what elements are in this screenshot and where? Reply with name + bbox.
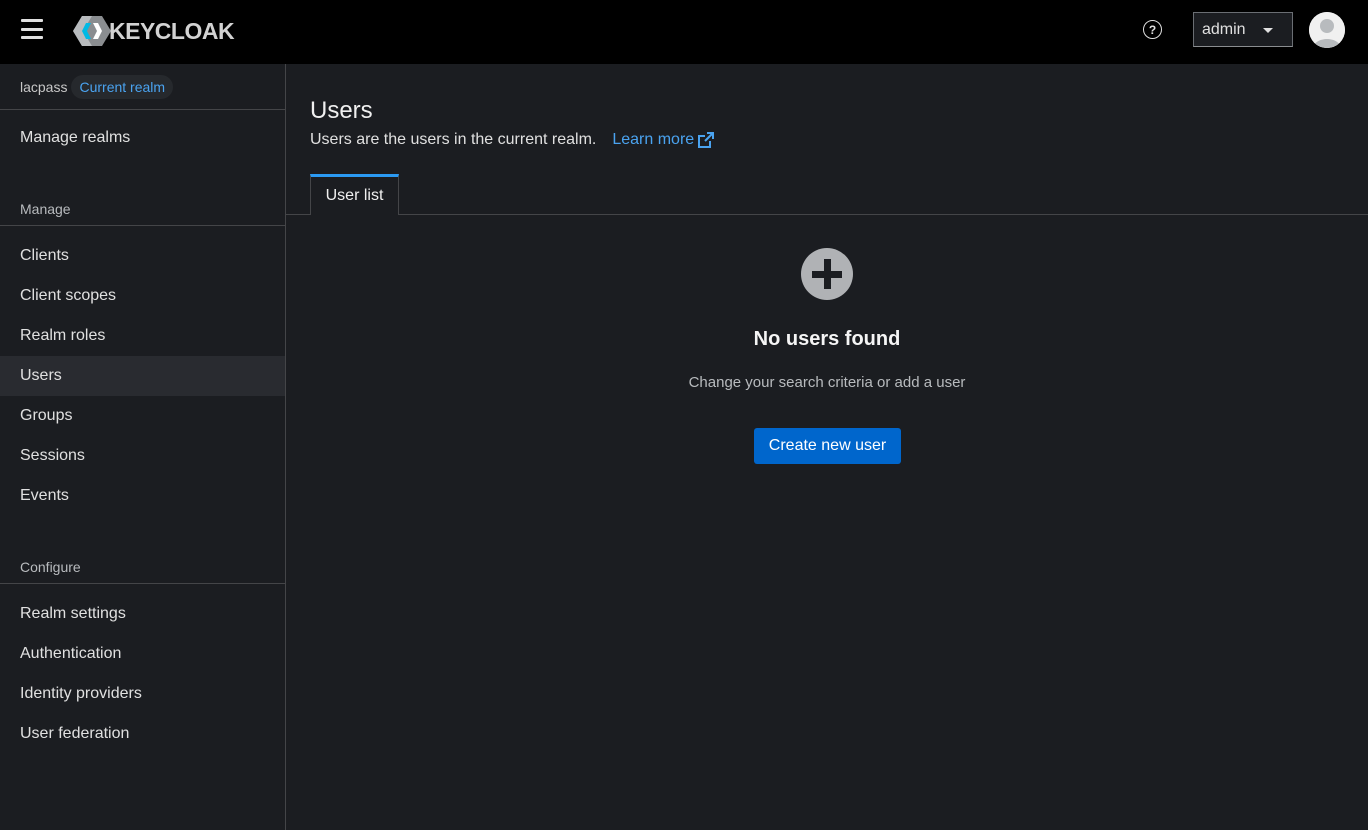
current-realm-badge: Current realm: [71, 74, 174, 99]
learn-more-label: Learn more: [612, 131, 695, 148]
create-new-user-button[interactable]: Create new user: [754, 428, 901, 464]
help-circle-icon[interactable]: ?: [1143, 20, 1162, 39]
avatar[interactable]: [1309, 12, 1345, 48]
sidebar-item-users[interactable]: Users: [0, 356, 285, 396]
sidebar-item-realm-settings[interactable]: Realm settings: [0, 594, 285, 634]
empty-state-body: Change your search criteria or add a use…: [688, 374, 966, 391]
sidebar-item-groups[interactable]: Groups: [0, 396, 285, 436]
empty-state-title: No users found: [753, 328, 901, 350]
brand-name: KEYCLOAK: [109, 17, 235, 44]
nav-section-manage: Manage: [0, 192, 285, 226]
realm-name: lacpass: [20, 78, 68, 95]
tab-user-list[interactable]: User list: [310, 174, 399, 215]
sidebar-item-clients[interactable]: Clients: [0, 236, 285, 276]
tab-user-list-label: User list: [325, 187, 384, 204]
user-avatar-icon: [1309, 12, 1345, 48]
keycloak-logo-icon: [73, 16, 111, 46]
page-description-text: Users are the users in the current realm…: [310, 131, 597, 148]
nav-manage-realms[interactable]: Manage realms: [0, 118, 285, 158]
sidebar-item-events[interactable]: Events: [0, 476, 285, 516]
sidebar-item-sessions[interactable]: Sessions: [0, 436, 285, 476]
learn-more-link[interactable]: Learn more: [612, 131, 715, 149]
user-menu-label: admin: [1202, 20, 1246, 38]
main-content: Users Users are the users in the current…: [286, 64, 1368, 830]
sidebar-item-user-federation[interactable]: User federation: [0, 714, 285, 754]
realm-selector[interactable]: lacpass Current realm: [0, 64, 285, 110]
nav-section-configure: Configure: [0, 550, 285, 584]
sidebar-item-realm-roles[interactable]: Realm roles: [0, 316, 285, 356]
user-menu-dropdown[interactable]: admin: [1193, 12, 1293, 47]
tabs-divider: [286, 214, 1368, 215]
external-link-icon: [698, 132, 715, 148]
hamburger-menu-icon[interactable]: [21, 19, 43, 39]
sidebar-item-identity-providers[interactable]: Identity providers: [0, 674, 285, 714]
page-description: Users are the users in the current realm…: [310, 131, 715, 149]
sidebar-item-authentication[interactable]: Authentication: [0, 634, 285, 674]
sidebar-item-client-scopes[interactable]: Client scopes: [0, 276, 285, 316]
keycloak-logo[interactable]: KEYCLOAK: [72, 15, 235, 47]
caret-down-icon: [1263, 28, 1273, 33]
page-title: Users: [310, 97, 373, 124]
sidebar: lacpass Current realm Manage realms Mana…: [0, 64, 286, 830]
plus-circle-icon: [801, 248, 853, 300]
masthead: KEYCLOAK ? admin: [0, 0, 1368, 64]
